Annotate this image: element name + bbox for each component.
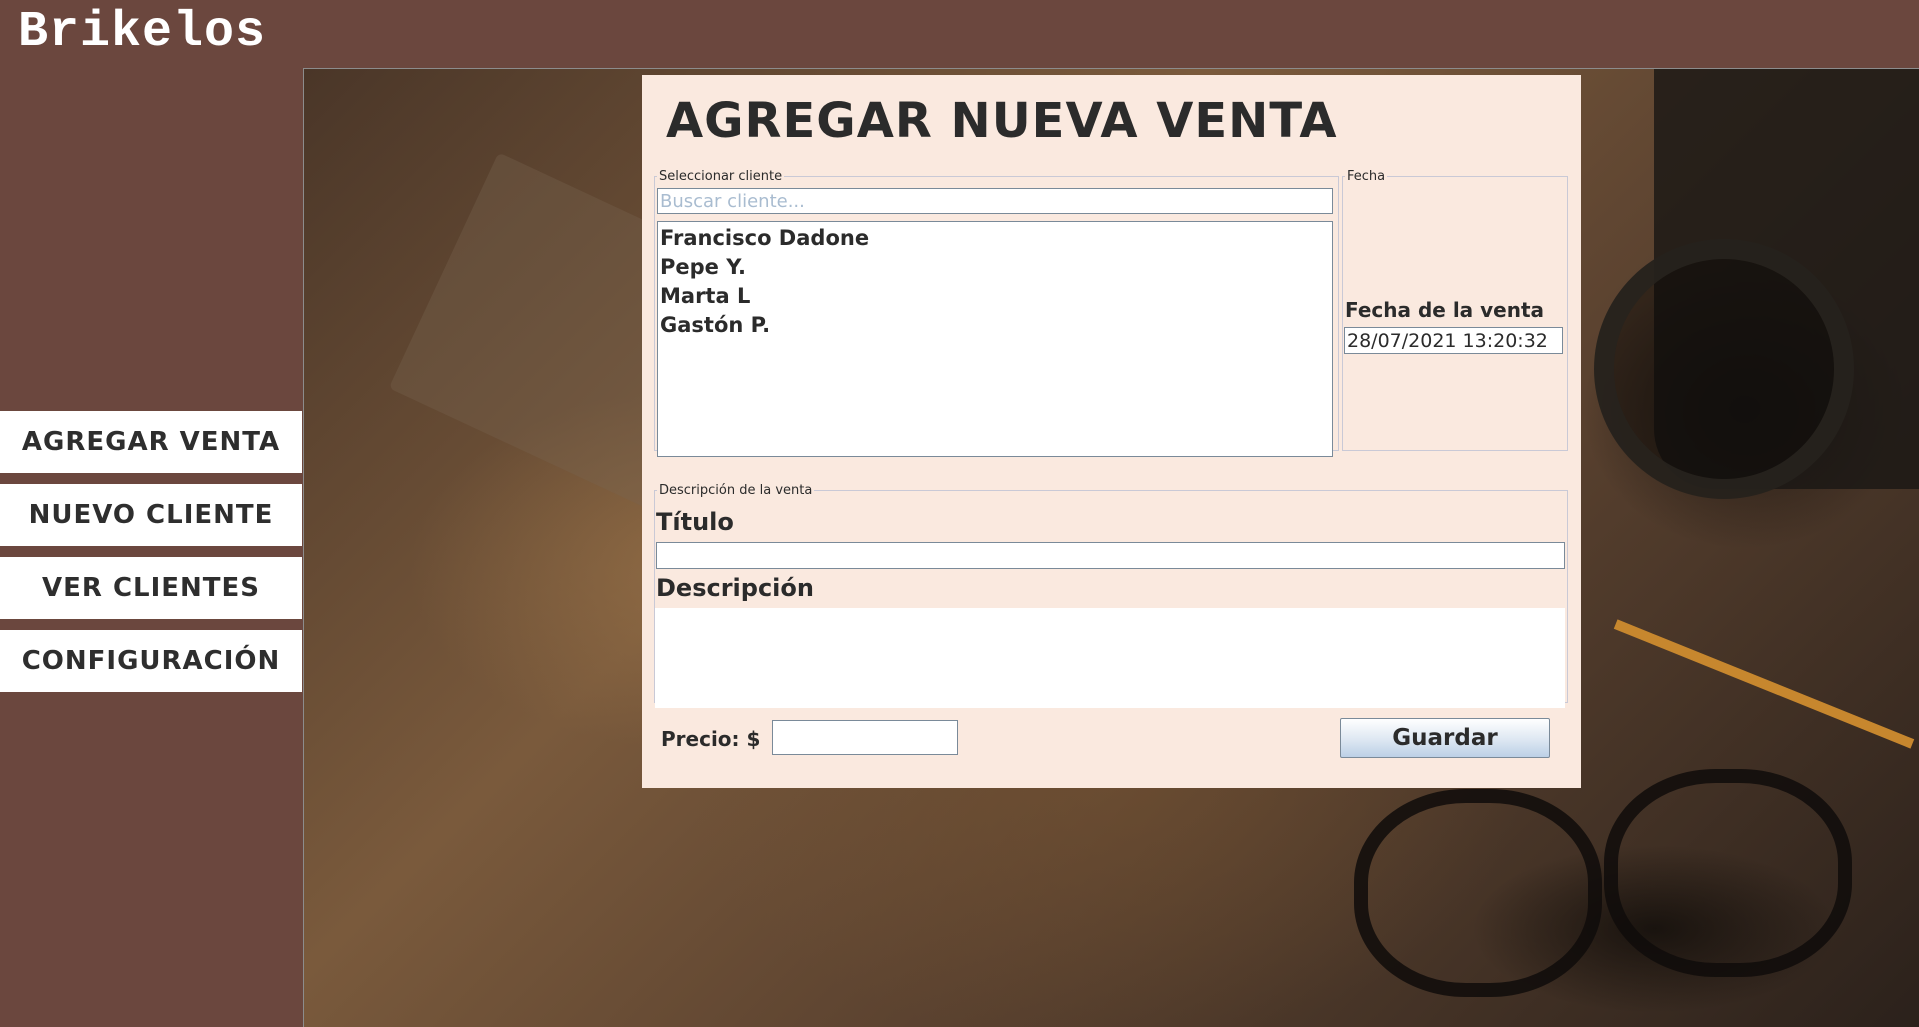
sale-description-legend: Descripción de la venta: [659, 483, 813, 498]
price-label: Precio: $: [661, 727, 761, 751]
description-textarea[interactable]: [655, 608, 1565, 708]
client-select-legend: Seleccionar cliente: [659, 169, 783, 184]
sale-date-input[interactable]: [1344, 327, 1563, 354]
description-label: Descripción: [656, 574, 814, 602]
new-sale-form-panel: AGREGAR NUEVA VENTA Seleccionar cliente …: [642, 75, 1581, 788]
nav-ver-clientes-button[interactable]: VER CLIENTES: [0, 557, 302, 619]
sidebar-nav: AGREGAR VENTA NUEVO CLIENTE VER CLIENTES…: [0, 411, 302, 703]
form-title: AGREGAR NUEVA VENTA: [666, 93, 1338, 149]
date-group: Fecha Fecha de la venta: [1342, 169, 1568, 451]
sale-date-label: Fecha de la venta: [1345, 298, 1545, 322]
title-input[interactable]: [656, 542, 1565, 569]
nav-nuevo-cliente-button[interactable]: NUEVO CLIENTE: [0, 484, 302, 546]
client-list-item[interactable]: Marta L: [660, 282, 1332, 311]
client-list-item[interactable]: Gastón P.: [660, 311, 1332, 340]
client-list-item[interactable]: Francisco Dadone: [660, 224, 1332, 253]
app-title: Brikelos: [18, 4, 267, 61]
background-glasses-left: [1354, 789, 1602, 997]
date-legend: Fecha: [1347, 169, 1386, 184]
title-label: Título: [656, 508, 734, 536]
client-search-input[interactable]: [657, 188, 1333, 214]
price-input[interactable]: [772, 720, 958, 755]
nav-agregar-venta-button[interactable]: AGREGAR VENTA: [0, 411, 302, 473]
sale-description-group: Descripción de la venta Título Descripci…: [654, 483, 1568, 708]
client-select-group: Seleccionar cliente Francisco Dadone Pep…: [654, 169, 1339, 457]
save-button[interactable]: Guardar: [1340, 718, 1550, 758]
background-camera-lens: [1594, 239, 1854, 499]
background-glasses-right: [1604, 769, 1852, 977]
client-list[interactable]: Francisco Dadone Pepe Y. Marta L Gastón …: [657, 221, 1333, 457]
nav-configuracion-button[interactable]: CONFIGURACIÓN: [0, 630, 302, 692]
client-list-item[interactable]: Pepe Y.: [660, 253, 1332, 282]
background-pencil: [1613, 619, 1915, 749]
